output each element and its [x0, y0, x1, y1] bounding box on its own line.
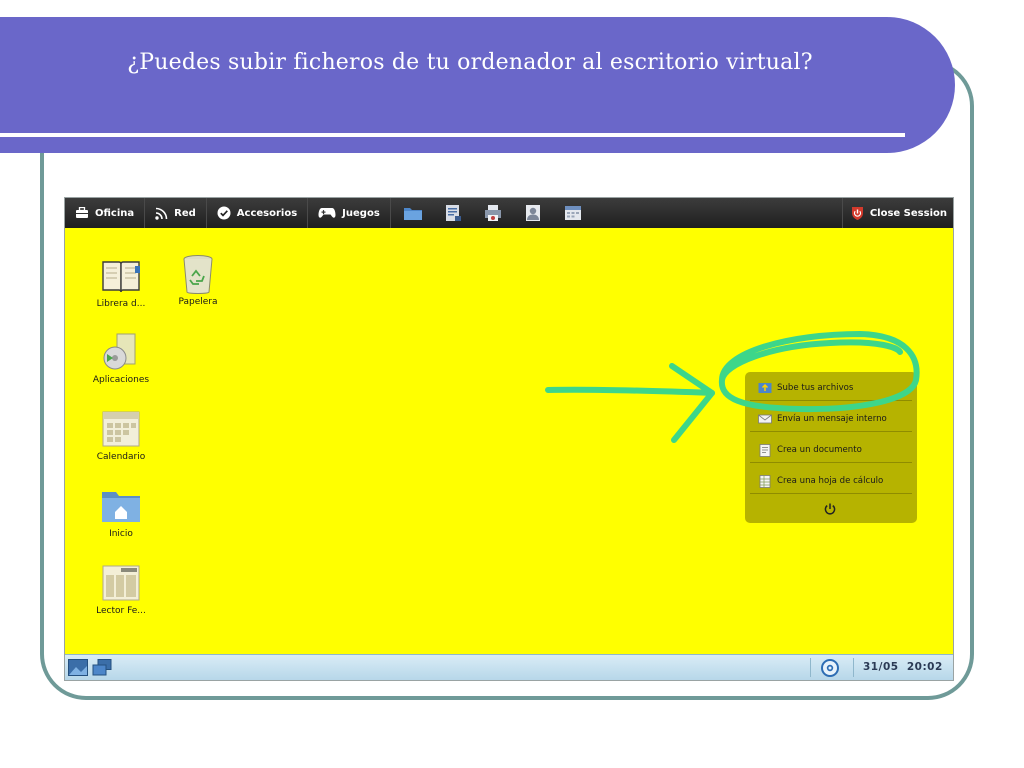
desktop-icon-library[interactable]: Librera d...	[85, 256, 157, 309]
menu-juegos[interactable]: Juegos	[308, 198, 391, 228]
envelope-icon	[758, 413, 772, 425]
window-switcher-icon[interactable]	[92, 659, 112, 676]
desktop-icon-calendar[interactable]: Calendario	[85, 409, 157, 462]
menu-oficina-label: Oficina	[95, 207, 135, 219]
briefcase-icon	[75, 207, 89, 219]
document-icon	[758, 444, 772, 457]
menu-accesorios-label: Accesorios	[236, 207, 298, 219]
show-desktop-icon[interactable]	[68, 659, 88, 676]
desktop-icon-home[interactable]: Inicio	[85, 486, 157, 539]
gamepad-icon	[318, 207, 336, 219]
spreadsheet-icon	[758, 475, 772, 488]
create-document-label: Crea un documento	[777, 445, 862, 455]
calendar-icon[interactable]	[563, 204, 583, 222]
quick-launch-bar	[391, 198, 595, 228]
title-rule	[0, 133, 905, 137]
top-menu-bar: Oficina Red Accesorios Juegos Close Sess…	[65, 198, 953, 228]
slide-title: ¿Puedes subir ficheros de tu ordenador a…	[127, 50, 813, 75]
taskbar: 31/05 20:02	[65, 654, 953, 680]
user-icon[interactable]	[523, 204, 543, 222]
desktop-icon-label: Lector Fe...	[96, 606, 146, 616]
desktop-icon-label: Calendario	[96, 452, 146, 462]
shield-logout-icon	[851, 206, 864, 220]
quick-actions-panel: Sube tus archivos Envía un mensaje inter…	[745, 372, 917, 523]
virtual-desktop-screenshot: Oficina Red Accesorios Juegos Close Sess…	[64, 197, 954, 681]
desktop-icon-label: Inicio	[109, 529, 133, 539]
send-message-item[interactable]: Envía un mensaje interno	[750, 407, 912, 432]
folder-icon[interactable]	[403, 204, 423, 222]
desktop-icon-feed-reader[interactable]: Lector Fe...	[85, 563, 157, 616]
desktop-icon-label: Librera d...	[96, 299, 146, 309]
recycle-bin-icon	[176, 254, 220, 294]
menu-red[interactable]: Red	[145, 198, 207, 228]
upload-icon	[758, 382, 772, 394]
menu-juegos-label: Juegos	[342, 207, 380, 219]
create-document-item[interactable]: Crea un documento	[750, 438, 912, 463]
menu-red-label: Red	[174, 207, 196, 219]
desktop-icon-label: Papelera	[178, 297, 218, 307]
desktop-icon-label: Aplicaciones	[92, 375, 150, 385]
power-icon[interactable]	[823, 501, 837, 515]
taskbar-separator	[853, 658, 854, 677]
create-spreadsheet-label: Crea una hoja de cálculo	[777, 476, 884, 486]
clock-icon[interactable]	[821, 659, 839, 677]
rss-icon	[155, 207, 168, 220]
document-icon[interactable]	[443, 204, 463, 222]
menu-oficina[interactable]: Oficina	[65, 198, 146, 228]
desktop-icon-trash[interactable]: Papelera	[162, 254, 234, 307]
create-spreadsheet-item[interactable]: Crea una hoja de cálculo	[750, 469, 912, 494]
news-reader-icon	[99, 563, 143, 603]
taskbar-time: 20:02	[906, 661, 943, 673]
close-session-label: Close Session	[869, 207, 947, 219]
applications-icon	[99, 332, 143, 372]
taskbar-separator	[810, 658, 811, 677]
close-session-button[interactable]: Close Session	[841, 198, 953, 228]
desktop-icon-applications[interactable]: Aplicaciones	[85, 332, 157, 385]
calendar-icon	[99, 409, 143, 449]
send-message-label: Envía un mensaje interno	[777, 414, 887, 424]
menu-accesorios[interactable]: Accesorios	[207, 198, 309, 228]
upload-files-label: Sube tus archivos	[777, 383, 854, 393]
taskbar-clock[interactable]: 31/05 20:02	[863, 661, 943, 673]
upload-files-item[interactable]: Sube tus archivos	[750, 376, 912, 401]
checkmark-icon	[217, 206, 231, 220]
title-band	[0, 17, 955, 153]
book-icon	[99, 256, 143, 296]
home-folder-icon	[99, 486, 143, 526]
printer-icon[interactable]	[483, 204, 503, 222]
taskbar-date: 31/05	[863, 661, 899, 673]
